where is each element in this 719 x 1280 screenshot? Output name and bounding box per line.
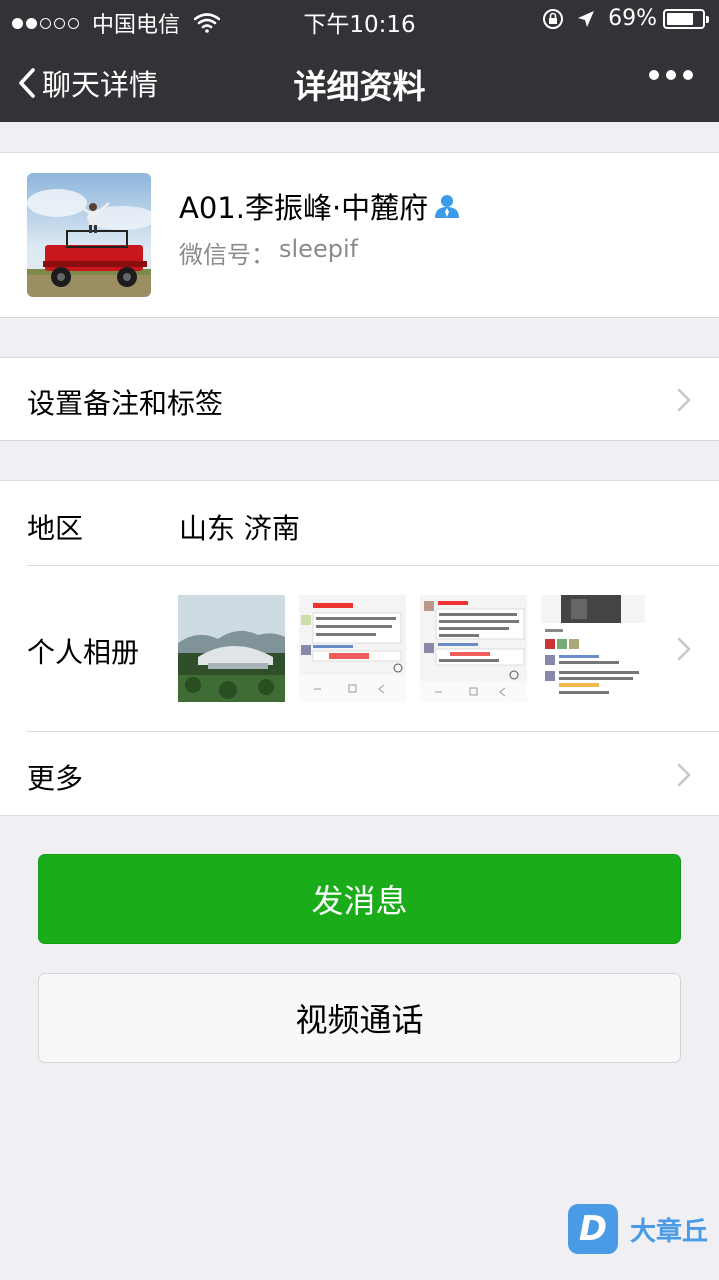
more-label: 更多 xyxy=(27,762,84,795)
chevron-right-icon xyxy=(677,388,691,412)
personal-album-label: 个人相册 xyxy=(27,636,140,669)
more-icon[interactable] xyxy=(642,70,693,80)
watermark-logo: D xyxy=(568,1204,618,1254)
more-row[interactable]: 更多 xyxy=(0,731,719,817)
profile-card: A01.李振峰·中麓府 微信号： sleepif xyxy=(0,152,719,318)
profile-name-row: A01.李振峰·中麓府 xyxy=(179,185,460,227)
album-thumbnail xyxy=(178,595,285,702)
set-remark-tags-label: 设置备注和标签 xyxy=(27,387,224,420)
album-thumbnail xyxy=(299,595,406,702)
info-group: 地区 山东 济南 个人相册 更多 xyxy=(0,480,719,816)
rotation-lock-icon xyxy=(543,8,564,29)
wechat-id-value: sleepif xyxy=(279,235,359,263)
watermark-text: 大章丘 xyxy=(630,1216,709,1247)
battery-icon xyxy=(663,8,709,29)
location-icon xyxy=(578,10,595,27)
set-remark-tags-row[interactable]: 设置备注和标签 xyxy=(0,357,719,441)
send-message-button[interactable]: 发消息 xyxy=(38,854,681,944)
status-bar: 中国电信 下午10:16 69% xyxy=(0,0,719,40)
album-thumbnail xyxy=(420,595,527,702)
wechat-id-label: 微信号： xyxy=(179,241,275,269)
watermark: D 大章丘 xyxy=(568,1204,708,1254)
avatar[interactable] xyxy=(27,173,151,297)
region-label: 地区 xyxy=(27,512,84,545)
top-bar: 中国电信 下午10:16 69% 聊天详情 详细资料 xyxy=(0,0,719,122)
status-right: 69% xyxy=(542,6,709,31)
chevron-right-icon xyxy=(677,763,691,787)
contact-person-icon xyxy=(435,195,460,218)
chevron-right-icon xyxy=(677,637,691,661)
wechat-id: 微信号： sleepif xyxy=(179,235,358,270)
battery-fill xyxy=(667,12,693,25)
album-thumbnail xyxy=(541,595,645,702)
battery-percent: 69% xyxy=(608,6,657,31)
avatar-image xyxy=(27,173,151,297)
region-value: 山东 济南 xyxy=(179,512,300,545)
nav-bar: 聊天详情 详细资料 xyxy=(0,40,719,122)
region-row: 地区 山东 济南 xyxy=(0,481,719,565)
profile-name: A01.李振峰·中麓府 xyxy=(179,191,429,225)
page-title: 详细资料 xyxy=(293,67,426,106)
video-call-button[interactable]: 视频通话 xyxy=(38,973,681,1063)
